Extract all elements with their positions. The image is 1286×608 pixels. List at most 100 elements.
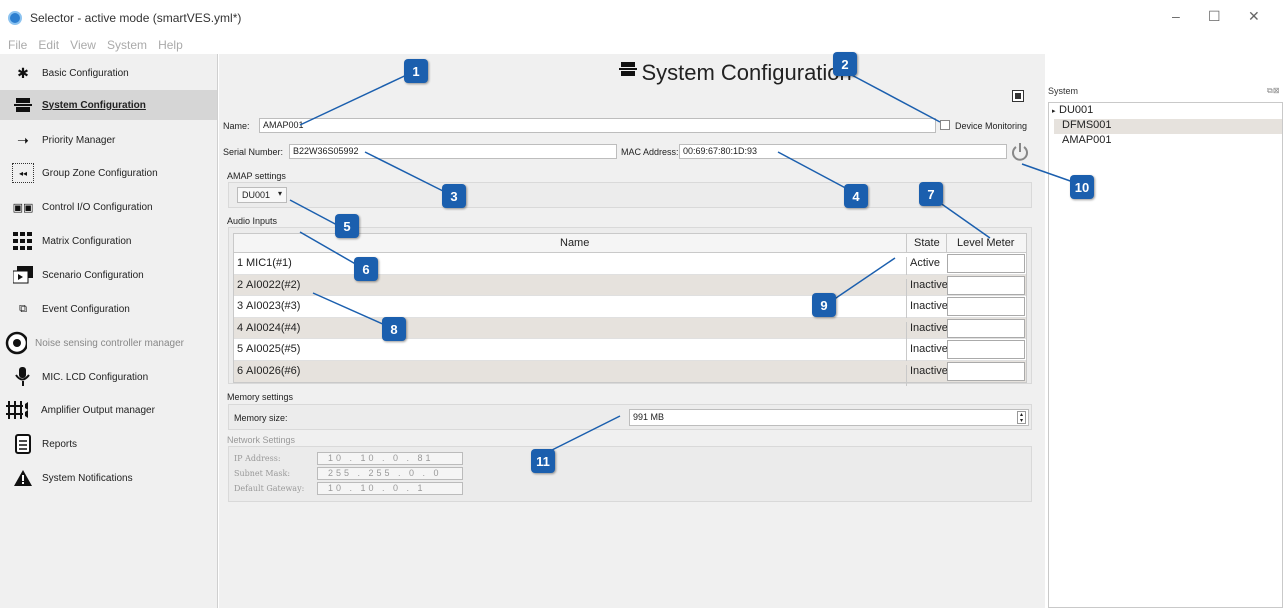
menu-bar: File Edit View System Help xyxy=(0,36,1286,54)
system-panel-title: System xyxy=(1048,86,1079,96)
page-title: System Configuration xyxy=(619,60,852,86)
sidebar-item-reports[interactable]: Reports xyxy=(12,430,216,458)
subnet-mask-label: Subnet Mask: xyxy=(234,469,291,478)
sidebar-item-priority-manager[interactable]: ➝ Priority Manager xyxy=(12,126,216,154)
system-icon xyxy=(12,95,34,115)
audio-inputs-label: Audio Inputs xyxy=(227,216,278,226)
panel-close-icons[interactable]: ⧉⊠ xyxy=(1267,86,1279,96)
panel-toggle-icon[interactable] xyxy=(1012,90,1024,102)
tree-item-dfms001[interactable]: DFMS001 xyxy=(1054,119,1282,134)
ip-address-label: IP Address: xyxy=(234,454,281,463)
menu-help[interactable]: Help xyxy=(158,38,183,52)
sidebar-item-amplifier-output-manager[interactable]: Amplifier Output manager xyxy=(5,396,209,424)
level-meter xyxy=(947,361,1025,381)
sidebar-item-event-configuration[interactable]: ⧉ Event Configuration xyxy=(12,295,216,323)
memory-size-label: Memory size: xyxy=(234,413,288,423)
table-row[interactable]: 6 AI0026(#6) Inactive xyxy=(234,360,1026,386)
main-panel: System Configuration Name: AMAP001 Devic… xyxy=(219,54,1045,608)
maximize-button[interactable]: ☐ xyxy=(1208,8,1221,25)
amplifier-icon xyxy=(5,400,33,420)
table-row[interactable]: 2 AI0022(#2) Inactive xyxy=(234,274,1026,300)
default-gateway-field[interactable]: 10 . 10 . 0 . 1 xyxy=(317,482,463,495)
minimize-button[interactable]: – xyxy=(1172,8,1180,24)
sidebar-item-basic-configuration[interactable]: ✱ Basic Configuration xyxy=(12,59,216,87)
table-row[interactable]: 4 AI0024(#4) Inactive xyxy=(234,317,1026,343)
callout-4: 4 xyxy=(844,184,868,208)
priority-arrow-icon: ➝ xyxy=(17,131,29,148)
name-label: Name: xyxy=(223,121,250,131)
column-header-name: Name xyxy=(560,237,590,249)
table-row[interactable]: 5 AI0025(#5) Inactive xyxy=(234,339,1026,364)
warning-icon xyxy=(12,468,34,488)
memory-settings-group: Memory size: 991 MB ▴ ▾ xyxy=(228,404,1032,430)
sidebar-item-matrix-configuration[interactable]: Matrix Configuration xyxy=(12,227,216,255)
noise-sensor-icon xyxy=(5,331,27,355)
callout-3: 3 xyxy=(442,184,466,208)
callout-6: 6 xyxy=(354,257,378,281)
device-monitoring-checkbox[interactable] xyxy=(940,120,950,130)
callout-9: 9 xyxy=(812,293,836,317)
sidebar-item-system-configuration[interactable]: System Configuration xyxy=(0,90,217,120)
callout-11: 11 xyxy=(531,449,555,473)
event-icon: ⧉ xyxy=(19,302,27,315)
microphone-icon xyxy=(12,367,34,387)
gear-icon: ✱ xyxy=(17,64,29,81)
system-tree-panel: System ⧉⊠ ▸ DU001 DFMS001 AMAP001 xyxy=(1045,54,1286,608)
menu-file[interactable]: File xyxy=(8,38,27,52)
menu-view[interactable]: View xyxy=(70,38,96,52)
tree-item-du001[interactable]: ▸ DU001 xyxy=(1052,104,1282,119)
menu-edit[interactable]: Edit xyxy=(38,38,59,52)
sidebar-item-group-zone-configuration[interactable]: ◂◂ Group Zone Configuration xyxy=(12,159,216,187)
level-meter xyxy=(947,340,1025,359)
level-meter xyxy=(947,275,1025,295)
title-bar: Selector - active mode (smartVES.yml*) –… xyxy=(0,0,1286,36)
amap-settings-group: DU001 ▾ xyxy=(228,182,1032,208)
callout-5: 5 xyxy=(335,214,359,238)
sidebar-item-scenario-configuration[interactable]: Scenario Configuration xyxy=(12,261,216,289)
sidebar: ✱ Basic Configuration System Configurati… xyxy=(0,54,218,608)
mac-address-label: MAC Address: xyxy=(621,147,679,157)
window-title: Selector - active mode (smartVES.yml*) xyxy=(30,11,242,25)
name-field[interactable]: AMAP001 xyxy=(259,118,936,133)
sidebar-item-noise-sensing-controller-manager[interactable]: Noise sensing controller manager xyxy=(5,329,209,357)
column-header-level-meter: Level Meter xyxy=(946,234,1028,253)
mac-address-field[interactable]: 00:69:67:80:1D:93 xyxy=(679,144,1007,159)
network-settings-label: Network Settings xyxy=(227,435,296,445)
network-settings-group: IP Address: 10 . 10 . 0 . 81 Subnet Mask… xyxy=(228,446,1032,502)
device-monitoring-label: Device Monitoring xyxy=(955,121,1028,131)
table-row[interactable]: 1 MIC1(#1) Active xyxy=(234,253,1026,278)
menu-system[interactable]: System xyxy=(107,38,147,52)
serial-number-label: Serial Number: xyxy=(223,147,284,157)
memory-settings-label: Memory settings xyxy=(227,392,294,402)
report-icon xyxy=(12,434,34,454)
callout-7: 7 xyxy=(919,182,943,206)
table-row[interactable]: 3 AI0023(#3) Inactive xyxy=(234,296,1026,321)
sidebar-item-mic-lcd-configuration[interactable]: MIC. LCD Configuration xyxy=(12,363,216,391)
amap-settings-label: AMAP settings xyxy=(227,171,286,181)
power-icon[interactable] xyxy=(1010,142,1030,165)
level-meter xyxy=(947,297,1025,316)
callout-2: 2 xyxy=(833,52,857,76)
column-header-state: State xyxy=(906,234,946,253)
group-zone-icon: ◂◂ xyxy=(12,163,34,183)
tree-item-amap001[interactable]: AMAP001 xyxy=(1054,134,1282,149)
chevron-down-icon: ▾ xyxy=(277,189,282,198)
level-meter xyxy=(947,254,1025,273)
spinner-arrows-icon[interactable]: ▴ ▾ xyxy=(1017,411,1026,424)
system-icon xyxy=(619,62,641,81)
sidebar-item-system-notifications[interactable]: System Notifications xyxy=(12,464,216,492)
default-gateway-label: Default Gateway: xyxy=(234,484,305,493)
tree-expand-icon[interactable]: ▸ xyxy=(1052,107,1056,115)
matrix-icon xyxy=(12,231,34,251)
ip-address-field[interactable]: 10 . 10 . 0 . 81 xyxy=(317,452,463,465)
serial-number-field[interactable]: B22W36S05992 xyxy=(289,144,617,159)
audio-inputs-table: Name State Level Meter 1 MIC1(#1) Active… xyxy=(233,233,1028,386)
amap-select[interactable]: DU001 ▾ xyxy=(237,187,287,203)
subnet-mask-field[interactable]: 255 . 255 . 0 . 0 xyxy=(317,467,463,480)
close-button[interactable]: ✕ xyxy=(1248,8,1260,25)
callout-1: 1 xyxy=(404,59,428,83)
app-icon xyxy=(8,11,22,25)
callout-8: 8 xyxy=(382,317,406,341)
memory-size-spinbox[interactable]: 991 MB ▴ ▾ xyxy=(629,409,1029,426)
sidebar-item-control-io-configuration[interactable]: ▣▣ Control I/O Configuration xyxy=(12,193,216,221)
